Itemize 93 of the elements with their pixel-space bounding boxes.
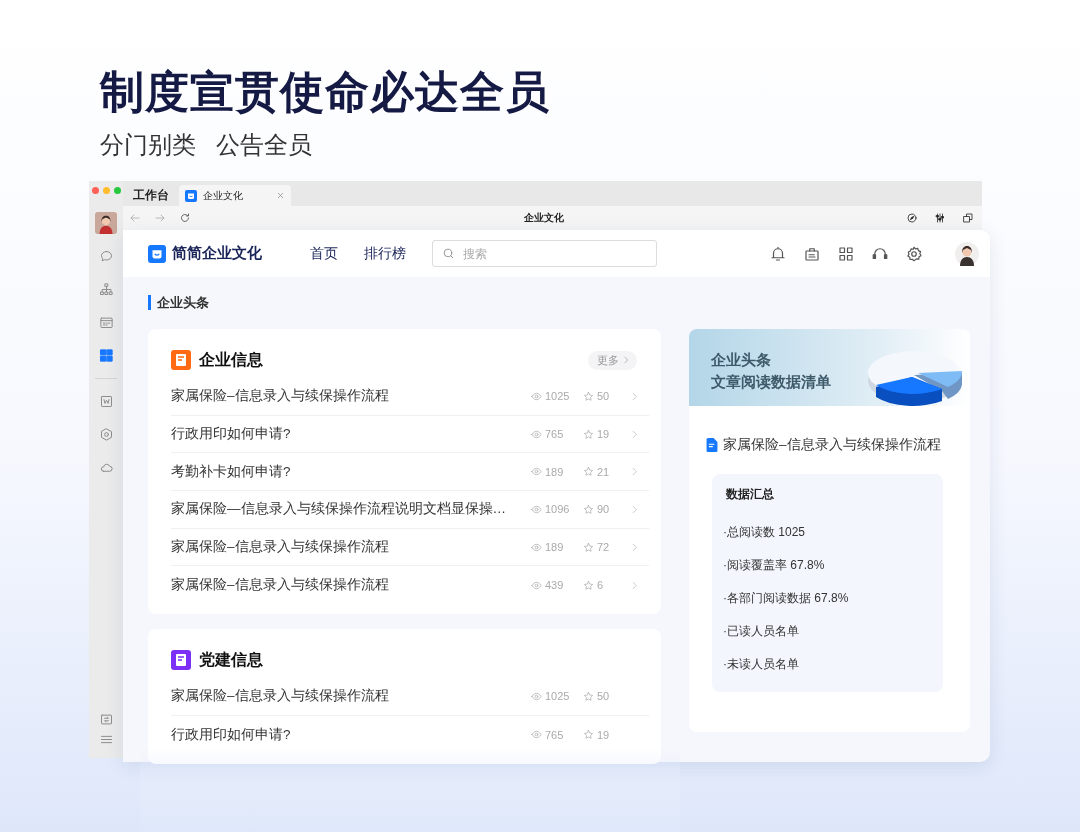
star-icon: [583, 690, 594, 702]
close-icon[interactable]: [276, 191, 285, 200]
card-title: 党建信息: [199, 649, 263, 670]
eye-icon: [531, 541, 542, 553]
nav-link[interactable]: 排行榜: [364, 244, 406, 263]
article-row[interactable]: 家属保险–信息录入与续保操作流程 189 72: [171, 528, 649, 567]
compass-icon[interactable]: [906, 212, 918, 224]
logo-icon: [148, 244, 166, 263]
article-title: 家属保险–信息录入与续保操作流程: [171, 387, 390, 406]
view-count: 1025: [545, 390, 570, 403]
calendar-icon[interactable]: [98, 315, 114, 330]
article-title: 行政用印如何申请?: [171, 425, 292, 444]
search-field[interactable]: 搜索: [432, 240, 657, 267]
chat-icon[interactable]: [98, 249, 114, 264]
favorite-count: 21: [597, 465, 610, 478]
article-row[interactable]: 考勤补卡如何申请? 189 21: [171, 453, 649, 492]
article-title: 家属保险–信息录入与续保操作流程: [171, 576, 390, 595]
settings-icon[interactable]: [905, 244, 923, 263]
star-icon: [583, 541, 594, 553]
star-icon: [583, 428, 594, 440]
star-icon: [583, 579, 594, 591]
subheadline: 分门别类: [100, 130, 196, 160]
view-count: 1025: [545, 690, 570, 703]
logo-icon: [185, 189, 197, 202]
org-chart-icon[interactable]: [98, 282, 114, 297]
favorite-count: 19: [597, 428, 610, 441]
headline: 制度宣贯使命必达全员: [100, 66, 551, 118]
article-row[interactable]: 家属保险–信息录入与续保操作流程 1025 50: [171, 678, 649, 716]
chevron-icon[interactable]: [629, 503, 640, 515]
eye-icon: [531, 690, 542, 702]
sliders-icon[interactable]: [934, 212, 946, 224]
document-icon[interactable]: [98, 394, 114, 409]
eye-icon: [531, 428, 542, 440]
section-title: 企业头条: [148, 295, 970, 310]
star-icon: [583, 390, 594, 402]
card-title: 企业信息: [199, 349, 263, 370]
view-count: 439: [545, 579, 564, 592]
chevron-icon: [621, 355, 631, 365]
article-title: 家属保险–信息录入与续保操作流程: [171, 687, 390, 706]
exit-icon[interactable]: [98, 712, 114, 727]
summary-item: ·总阅读数 1025: [723, 524, 807, 541]
document-title[interactable]: 家属保险–信息录入与续保操作流程: [723, 436, 941, 454]
article-row[interactable]: 家属保险—信息录入与续保操作流程说明文档显保操… 1096 90: [171, 491, 649, 529]
windows-icon[interactable]: [962, 212, 974, 224]
grid-icon[interactable]: [98, 348, 114, 363]
article-row[interactable]: 行政用印如何申请? 765 19: [171, 715, 649, 754]
banner-title: 企业头条: [711, 350, 772, 370]
summary-title: 数据汇总: [726, 486, 775, 503]
view-count: 189: [545, 465, 564, 478]
article-row[interactable]: 家属保险–信息录入与续保操作流程 439 6: [171, 566, 649, 605]
forward-icon[interactable]: [154, 212, 166, 224]
apps-icon[interactable]: [837, 244, 855, 263]
workspace-label[interactable]: 工作台: [123, 184, 179, 206]
star-icon: [583, 503, 594, 515]
eye-icon: [531, 466, 542, 478]
bell-icon[interactable]: [769, 244, 787, 263]
summary-item: ·各部门阅读数据 67.8%: [723, 590, 850, 607]
page-title: 企业文化: [524, 211, 564, 225]
nav-link[interactable]: 首页: [310, 244, 338, 263]
browser-tab[interactable]: 企业文化: [179, 185, 291, 206]
summary-item: ·已读人员名单: [723, 623, 800, 640]
summary-item: ·阅读覆盖率 67.8%: [723, 557, 826, 574]
star-icon: [583, 729, 594, 741]
banner-title: 文章阅读数据清单: [711, 372, 832, 392]
back-icon[interactable]: [129, 212, 141, 224]
view-count: 1096: [545, 503, 570, 516]
favorite-count: 19: [597, 728, 610, 741]
hexagon-icon[interactable]: [98, 427, 114, 442]
eye-icon: [531, 579, 542, 591]
article-row[interactable]: 行政用印如何申请? 765 19: [171, 415, 649, 454]
view-count: 765: [545, 428, 564, 441]
favorite-count: 50: [597, 390, 610, 403]
refresh-icon[interactable]: [179, 212, 191, 224]
article-title: 家属保险–信息录入与续保操作流程: [171, 538, 390, 557]
star-icon: [583, 466, 594, 478]
favorite-count: 6: [597, 579, 604, 592]
eye-icon: [531, 390, 542, 402]
eye-icon: [531, 503, 542, 515]
document-icon: [706, 438, 718, 452]
favorite-count: 50: [597, 690, 610, 703]
eye-icon: [531, 729, 542, 741]
article-row[interactable]: 家属保险–信息录入与续保操作流程 1025 50: [171, 378, 649, 416]
article-title: 行政用印如何申请?: [171, 725, 292, 744]
search-icon: [442, 247, 455, 260]
view-count: 189: [545, 541, 564, 554]
summary-item: ·未读人员名单: [723, 656, 800, 673]
subheadline: 公告全员: [216, 130, 312, 160]
favorite-count: 72: [597, 541, 610, 554]
favorite-count: 90: [597, 503, 610, 516]
view-count: 765: [545, 728, 564, 741]
app-name: 简简企业文化: [172, 244, 262, 263]
article-title: 家属保险—信息录入与续保操作流程说明文档显保操…: [171, 500, 507, 519]
article-title: 考勤补卡如何申请?: [171, 462, 292, 481]
